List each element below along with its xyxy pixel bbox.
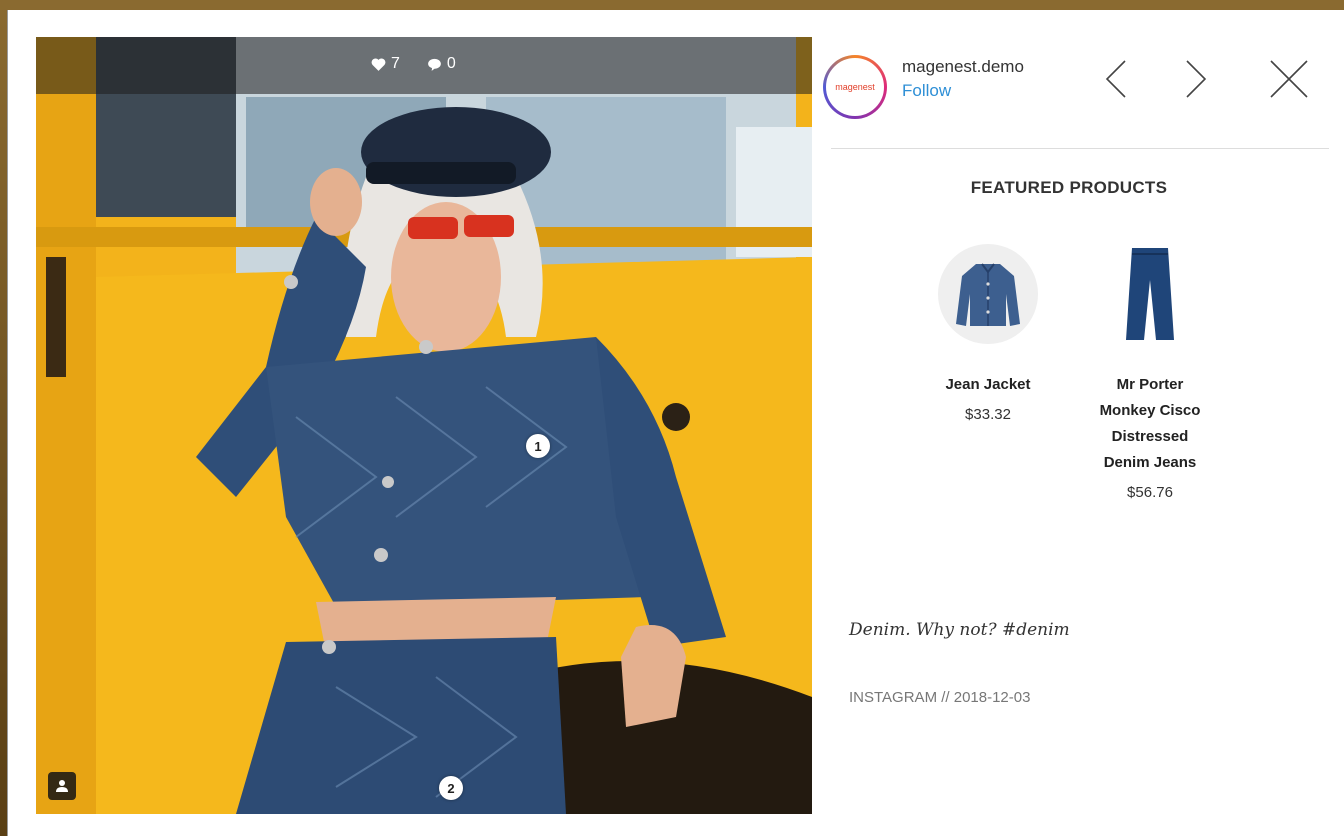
likes-count: 7 bbox=[391, 55, 400, 72]
chevron-right-icon bbox=[1186, 60, 1207, 98]
featured-products-title: FEATURED PRODUCTS bbox=[970, 178, 1168, 197]
comment-icon bbox=[428, 58, 441, 71]
jeans-image bbox=[1126, 248, 1174, 340]
follow-link[interactable]: Follow bbox=[902, 81, 951, 101]
product-price: $56.76 bbox=[1127, 484, 1173, 501]
close-button[interactable] bbox=[1267, 57, 1311, 101]
avatar-logo-text: magenest bbox=[826, 58, 884, 116]
photo-stats-bar: 7 0 bbox=[36, 37, 812, 94]
account-username[interactable]: magenest.demo bbox=[902, 57, 1024, 77]
product-name[interactable]: Jean Jacket bbox=[933, 372, 1043, 398]
comments-count: 0 bbox=[446, 55, 456, 72]
user-tag-button[interactable] bbox=[48, 772, 76, 800]
product-thumbnail[interactable] bbox=[1100, 244, 1200, 344]
product-thumbnail[interactable] bbox=[938, 244, 1038, 344]
previous-post-button[interactable] bbox=[1095, 57, 1139, 101]
jacket-image bbox=[956, 263, 1020, 326]
user-tag-icon bbox=[56, 780, 68, 792]
comments-stat[interactable]: 0 bbox=[426, 55, 456, 73]
avatar[interactable]: magenest bbox=[823, 55, 887, 119]
post-source-date: INSTAGRAM // 2018-12-03 bbox=[849, 689, 1031, 706]
post-photo[interactable]: 7 0 1 2 bbox=[36, 37, 812, 814]
product-hotspot-1[interactable]: 1 bbox=[526, 434, 550, 458]
header-divider bbox=[831, 148, 1329, 149]
product-card-denim-jeans[interactable]: Mr Porter Monkey Cisco Distressed Denim … bbox=[1095, 244, 1205, 501]
post-header: magenest magenest.demo Follow bbox=[823, 47, 1329, 139]
product-name[interactable]: Mr Porter Monkey Cisco Distressed Denim … bbox=[1095, 372, 1205, 476]
post-caption: Denim. Why not? #denim bbox=[849, 620, 1070, 640]
chevron-left-icon bbox=[1105, 60, 1126, 98]
post-stats: 7 0 bbox=[370, 55, 456, 73]
next-post-button[interactable] bbox=[1173, 57, 1217, 101]
product-hotspot-2[interactable]: 2 bbox=[439, 776, 463, 800]
product-price: $33.32 bbox=[965, 406, 1011, 423]
likes-stat[interactable]: 7 bbox=[370, 55, 400, 73]
heart-icon bbox=[371, 57, 386, 71]
close-icon bbox=[1270, 60, 1308, 98]
product-card-jean-jacket[interactable]: Jean Jacket $33.32 bbox=[933, 244, 1043, 423]
photo-scene bbox=[36, 37, 812, 814]
